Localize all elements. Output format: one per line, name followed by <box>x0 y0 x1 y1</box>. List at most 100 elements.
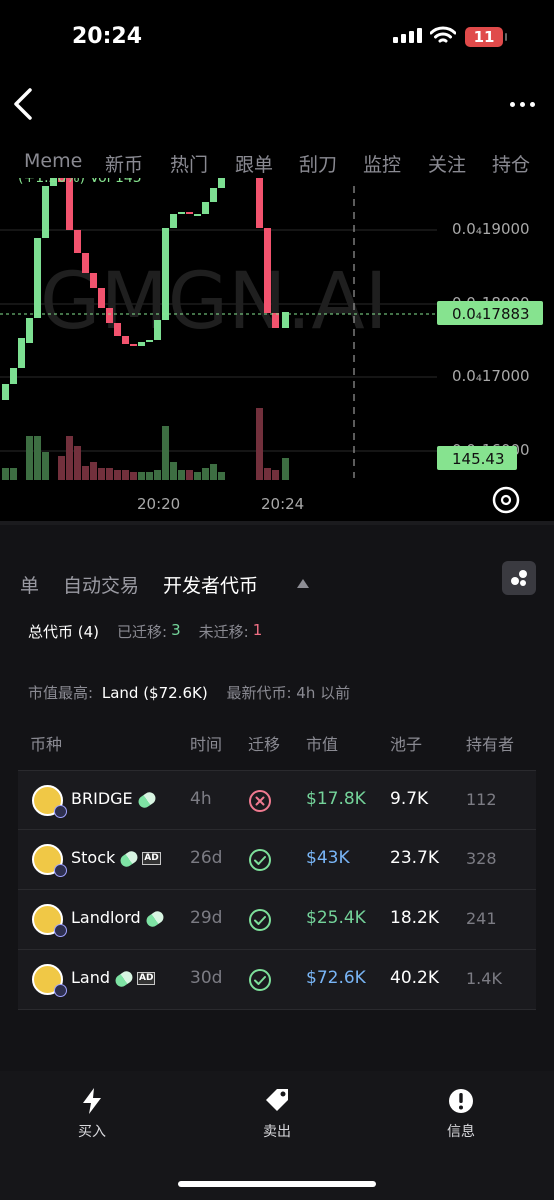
tab-hot[interactable]: 热门 <box>170 150 208 177</box>
price-chart[interactable]: GMGN.AI 0.0₄190000.0₄180000.0₄170000.0₄1… <box>0 178 554 523</box>
pill-icon <box>113 968 135 989</box>
tab-follow[interactable]: 关注 <box>428 150 466 177</box>
volume-bar <box>82 466 89 480</box>
candle-up <box>210 188 217 202</box>
lightning-icon <box>83 1088 101 1114</box>
header-holders[interactable]: 持有者 <box>466 731 514 755</box>
price-level-label: 0.0₄17000 <box>452 367 530 385</box>
tab-dev-tokens[interactable]: 开发者代币 <box>163 571 258 598</box>
token-name: BRIDGE <box>71 789 133 808</box>
battery-indicator: 11 <box>465 27 507 47</box>
token-counts: 总代币 (4) 已迁移: 3 未迁移: 1 <box>28 621 268 642</box>
candle-down <box>130 344 137 346</box>
candle-down <box>272 313 279 328</box>
token-avatar <box>32 785 67 818</box>
solana-chain-icon <box>54 984 67 997</box>
gear-icon <box>492 486 520 514</box>
candle-up <box>146 340 153 342</box>
token-age: 26d <box>190 848 223 868</box>
dot-icon <box>509 101 515 107</box>
volume-bar <box>170 462 177 480</box>
dev-tokens-panel: 单 自动交易 开发者代币 总代币 (4) 已迁移: 3 未迁移: 1 市值最高:… <box>0 525 554 1071</box>
tab-copy-trade[interactable]: 跟单 <box>235 150 273 177</box>
pill-icon <box>118 848 141 869</box>
sell-button[interactable]: 卖出 <box>237 1087 317 1141</box>
tab-scraper[interactable]: 刮刀 <box>299 150 337 177</box>
tab-monitor[interactable]: 监控 <box>363 150 401 177</box>
back-button[interactable] <box>10 86 40 122</box>
candle-up <box>2 384 9 400</box>
token-name: Land <box>71 968 111 987</box>
more-options-button[interactable] <box>505 92 539 116</box>
token-pool: 18.2K <box>390 908 439 928</box>
volume-bar <box>194 472 201 480</box>
token-age: 4h <box>190 789 212 809</box>
check-circle-icon <box>249 909 271 931</box>
volume-bar <box>130 472 137 480</box>
header-pool[interactable]: 池子 <box>390 731 422 755</box>
header-token[interactable]: 币种 <box>30 731 62 755</box>
tag-icon <box>266 1089 288 1111</box>
candlestick-chart[interactable]: GMGN.AI 0.0₄190000.0₄180000.0₄170000.0₄1… <box>0 178 554 523</box>
candle-down <box>114 323 121 336</box>
header-time[interactable]: 时间 <box>190 731 222 755</box>
volume-bar <box>10 468 17 480</box>
token-row[interactable]: Land AD 30d $72.6K 40.2K 1.4K <box>18 950 536 1010</box>
category-tabs: Meme 新币 热门 跟单 刮刀 监控 关注 持仓 <box>0 150 554 178</box>
volume-bar <box>42 452 49 480</box>
tab-auto-trade[interactable]: 自动交易 <box>63 571 139 598</box>
summary-line: 市值最高: Land ($72.6K) 最新代币: 4h 以前 <box>28 682 350 703</box>
candle-down <box>122 336 129 344</box>
token-row[interactable]: Stock AD 26d $43K 23.7K 328 <box>18 830 536 890</box>
candle-up <box>10 368 17 384</box>
volume-label: 145.43 <box>452 450 505 468</box>
time-axis-label: 20:24 <box>261 495 304 513</box>
chart-settings-button[interactable] <box>492 486 520 514</box>
token-name: Stock <box>71 848 116 867</box>
bubble-map-button[interactable] <box>502 561 536 595</box>
header-migrated[interactable]: 迁移 <box>248 731 280 755</box>
tab-new[interactable]: 新币 <box>105 150 143 177</box>
volume-bar <box>90 462 97 480</box>
check-circle-icon <box>249 849 271 871</box>
token-mcap: $17.8K <box>306 789 366 809</box>
token-table: BRIDGE 4h $17.8K 9.7K 112 Stock AD 26d $4… <box>18 770 536 1010</box>
volume-bar <box>74 446 81 480</box>
info-button[interactable]: 信息 <box>421 1087 501 1141</box>
token-row[interactable]: Landlord 29d $25.4K 18.2K 241 <box>18 890 536 950</box>
token-name-cell: Land AD <box>71 968 156 989</box>
volume-bar <box>98 468 105 480</box>
volume-bar <box>178 470 185 480</box>
token-row[interactable]: BRIDGE 4h $17.8K 9.7K 112 <box>18 770 536 830</box>
volume-bar <box>58 456 65 480</box>
current-price-label: 0.0₄17883 <box>452 305 530 323</box>
candle-up <box>26 318 33 343</box>
status-bar: 20:24 11 <box>0 0 554 80</box>
ad-badge: AD <box>137 972 156 985</box>
info-icon <box>449 1089 473 1113</box>
chevron-left-icon <box>14 88 32 120</box>
tab-meme[interactable]: Meme <box>24 150 82 172</box>
tab-orders[interactable]: 单 <box>20 571 39 598</box>
token-mcap: $43K <box>306 848 350 868</box>
header-mcap[interactable]: 市值 <box>306 731 338 755</box>
max-mcap-label: 市值最高: <box>28 684 94 702</box>
token-name: Landlord <box>71 908 141 927</box>
collapse-caret-icon[interactable] <box>297 579 309 588</box>
tab-holdings[interactable]: 持仓 <box>492 150 530 177</box>
check-circle-icon <box>249 969 271 991</box>
pill-icon <box>135 789 158 810</box>
token-name-cell: Landlord <box>71 908 166 929</box>
buy-button[interactable]: 买入 <box>52 1087 132 1141</box>
candle-down <box>186 212 193 214</box>
volume-bar <box>210 464 217 480</box>
watermark: GMGN.AI <box>40 257 388 347</box>
time-axis-label: 20:20 <box>137 495 180 513</box>
unmigrated-count: 1 <box>252 621 263 639</box>
volume-bar <box>272 470 279 480</box>
chart-top-label: (+1.20%) Vol 145 <box>18 178 142 186</box>
home-indicator <box>178 1181 376 1187</box>
info-label: 信息 <box>447 1124 475 1140</box>
buy-label: 买入 <box>78 1124 106 1140</box>
volume-bar <box>154 470 161 480</box>
